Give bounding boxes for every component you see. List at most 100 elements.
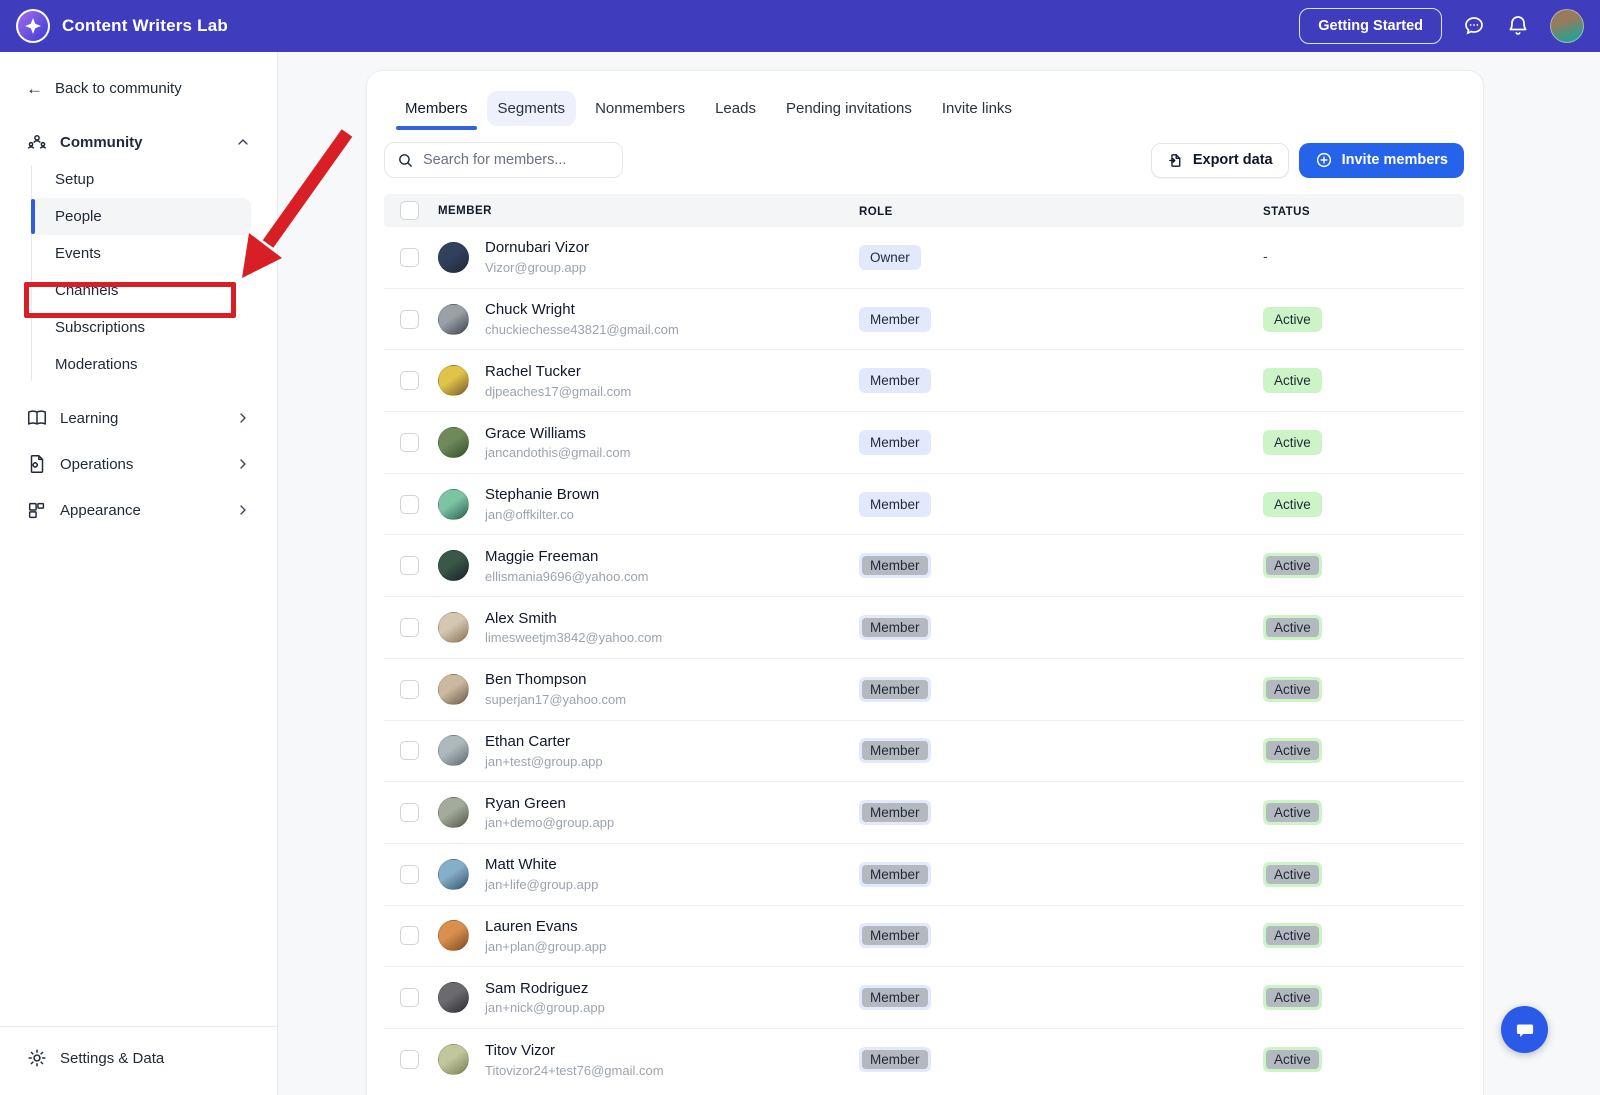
community-logo-icon: [16, 9, 50, 43]
role-cell: Member: [859, 1047, 1263, 1072]
role-cell: Member: [859, 985, 1263, 1010]
row-checkbox[interactable]: [400, 248, 419, 267]
sidebar-item-subscriptions[interactable]: Subscriptions: [31, 309, 251, 346]
row-checkbox[interactable]: [400, 803, 419, 822]
member-avatar: [438, 797, 469, 828]
row-checkbox[interactable]: [400, 926, 419, 945]
role-badge: Member: [859, 1047, 931, 1072]
role-cell: Member: [859, 738, 1263, 763]
member-name: Alex Smith: [485, 610, 662, 629]
back-to-community-link[interactable]: ← Back to community: [26, 80, 251, 97]
row-checkbox[interactable]: [400, 310, 419, 329]
messages-icon[interactable]: [1462, 14, 1486, 38]
status-cell: Active: [1263, 307, 1464, 332]
table-row: Titov VizorTitovizor24+test76@gmail.comM…: [384, 1029, 1464, 1091]
table-row: Chuck Wrightchuckiechesse43821@gmail.com…: [384, 289, 1464, 351]
role-cell: Owner: [859, 245, 1263, 270]
member-avatar: [438, 859, 469, 890]
tab-nonmembers[interactable]: Nonmembers: [584, 91, 696, 126]
row-checkbox[interactable]: [400, 741, 419, 760]
member-avatar: [438, 304, 469, 335]
member-name: Matt White: [485, 856, 598, 875]
member-name: Ben Thompson: [485, 671, 626, 690]
member-avatar: [438, 550, 469, 581]
member-name: Sam Rodriguez: [485, 980, 605, 999]
community-group-label: Community: [60, 134, 223, 151]
sidebar-item-channels[interactable]: Channels: [31, 272, 251, 309]
chat-bubble-icon: [1513, 1018, 1537, 1042]
select-all-checkbox[interactable]: [400, 201, 419, 220]
row-checkbox[interactable]: [400, 495, 419, 514]
role-cell: Member: [859, 862, 1263, 887]
status-badge: Active: [1263, 553, 1322, 578]
sidebar: ← Back to community Community: [0, 52, 278, 1095]
user-avatar[interactable]: [1550, 9, 1584, 43]
member-email: superjan17@yahoo.com: [485, 692, 626, 707]
tab-invite-links[interactable]: Invite links: [931, 91, 1023, 126]
row-checkbox[interactable]: [400, 556, 419, 575]
member-name: Titov Vizor: [485, 1042, 664, 1061]
sidebar-item-operations[interactable]: Operations: [26, 453, 251, 475]
member-name: Ryan Green: [485, 795, 614, 814]
export-label: Export data: [1193, 152, 1273, 168]
sidebar-item-events[interactable]: Events: [31, 235, 251, 272]
getting-started-button[interactable]: Getting Started: [1299, 8, 1442, 44]
members-card: Members Segments Nonmembers Leads Pendin…: [366, 70, 1484, 1095]
status-cell: Active: [1263, 1047, 1464, 1072]
status-cell: Active: [1263, 492, 1464, 517]
member-cell: Rachel Tuckerdjpeaches17@gmail.com: [384, 363, 859, 399]
status-cell: Active: [1263, 923, 1464, 948]
sidebar-item-appearance[interactable]: Appearance: [26, 499, 251, 521]
community-subnav: Setup People Events Channels Subscriptio…: [26, 161, 251, 383]
tab-pending-invitations[interactable]: Pending invitations: [775, 91, 923, 126]
status-badge: Active: [1263, 430, 1322, 455]
member-email: limesweetjm3842@yahoo.com: [485, 630, 662, 645]
export-icon: [1167, 152, 1184, 169]
tab-members[interactable]: Members: [394, 91, 479, 126]
row-checkbox[interactable]: [400, 371, 419, 390]
chat-launcher-button[interactable]: [1501, 1006, 1548, 1053]
status-badge: Active: [1263, 738, 1322, 763]
invite-members-button[interactable]: Invite members: [1299, 143, 1464, 178]
tab-segments[interactable]: Segments: [487, 91, 577, 126]
notifications-bell-icon[interactable]: [1506, 14, 1530, 38]
member-search[interactable]: [384, 142, 623, 178]
sidebar-item-setup[interactable]: Setup: [31, 161, 251, 198]
member-email: jan@offkilter.co: [485, 507, 599, 522]
role-badge: Member: [859, 800, 931, 825]
member-email: jancandothis@gmail.com: [485, 445, 630, 460]
table-row: Sam Rodriguezjan+nick@group.appMemberAct…: [384, 967, 1464, 1029]
status-cell: Active: [1263, 862, 1464, 887]
role-cell: Member: [859, 307, 1263, 332]
sidebar-item-people[interactable]: People: [31, 198, 251, 235]
tab-leads[interactable]: Leads: [704, 91, 767, 126]
row-checkbox[interactable]: [400, 433, 419, 452]
status-badge: Active: [1263, 368, 1322, 393]
role-cell: Member: [859, 615, 1263, 640]
member-info: Matt Whitejan+life@group.app: [485, 856, 598, 892]
row-checkbox[interactable]: [400, 865, 419, 884]
members-table: MEMBER ROLE STATUS Dornubari VizorVizor@…: [384, 194, 1464, 1091]
member-avatar: [438, 735, 469, 766]
sidebar-item-learning[interactable]: Learning: [26, 407, 251, 429]
row-checkbox[interactable]: [400, 680, 419, 699]
role-badge: Member: [859, 430, 931, 455]
role-badge: Member: [859, 923, 931, 948]
chevron-right-icon: [235, 410, 251, 426]
settings-and-data-link[interactable]: Settings & Data: [0, 1026, 277, 1095]
member-cell: Lauren Evansjan+plan@group.app: [384, 918, 859, 954]
sidebar-item-community[interactable]: Community: [26, 131, 251, 153]
table-row: Stephanie Brownjan@offkilter.coMemberAct…: [384, 474, 1464, 536]
member-avatar: [438, 612, 469, 643]
member-name: Grace Williams: [485, 425, 630, 444]
role-badge: Member: [859, 738, 931, 763]
row-checkbox[interactable]: [400, 618, 419, 637]
member-name: Rachel Tucker: [485, 363, 631, 382]
search-input[interactable]: [423, 152, 610, 168]
row-checkbox[interactable]: [400, 988, 419, 1007]
export-data-button[interactable]: Export data: [1151, 143, 1289, 178]
table-row: Ben Thompsonsuperjan17@yahoo.comMemberAc…: [384, 659, 1464, 721]
row-checkbox[interactable]: [400, 1050, 419, 1069]
back-arrow-icon: ←: [26, 80, 43, 97]
sidebar-item-moderations[interactable]: Moderations: [31, 346, 251, 383]
